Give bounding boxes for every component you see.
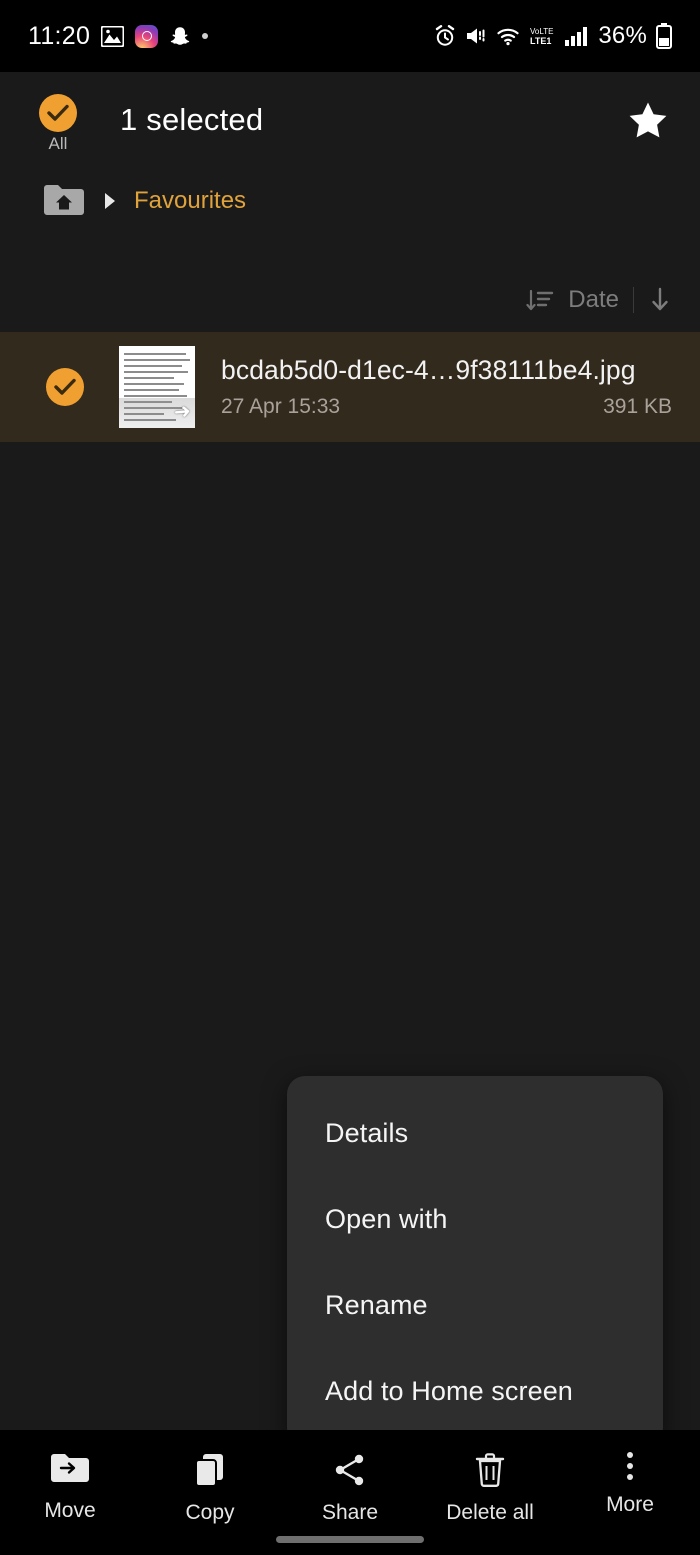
file-size: 391 KB [603, 395, 672, 418]
volte-icon: VoLTE LTE1 [529, 26, 556, 47]
menu-item-open-with[interactable]: Open with [287, 1176, 663, 1262]
copy-icon [193, 1452, 227, 1488]
menu-item-add-to-home-screen[interactable]: Add to Home screen [287, 1348, 663, 1434]
move-button[interactable]: Move [0, 1452, 140, 1523]
status-time: 11:20 [28, 21, 91, 50]
photo-icon [101, 25, 125, 47]
status-bar: 11:20 VoLTE LTE1 36% [0, 0, 700, 72]
sort-divider [633, 287, 634, 313]
more-vertical-icon [627, 1452, 633, 1480]
document-scan-thumbnail: ➜ [119, 346, 195, 428]
signal-icon [565, 26, 589, 46]
alarm-icon [434, 25, 456, 47]
select-all-label: All [48, 133, 68, 153]
status-bar-right: VoLTE LTE1 36% [434, 22, 672, 50]
wifi-icon [496, 26, 520, 46]
star-icon [629, 102, 667, 137]
share-button[interactable]: Share [280, 1452, 420, 1525]
battery-icon [656, 23, 672, 49]
sort-icon[interactable] [526, 288, 554, 312]
svg-text:VoLTE: VoLTE [530, 27, 553, 36]
arrow-down-icon[interactable] [648, 286, 672, 314]
sort-bar: Date [0, 272, 700, 328]
move-folder-icon [50, 1452, 90, 1486]
select-all-checkbox[interactable] [39, 93, 77, 132]
file-manager-screen: 11:20 VoLTE LTE1 36% All 1 selected Favo… [0, 0, 700, 1555]
check-icon [54, 378, 76, 395]
context-menu: Details Open with Rename Add to Home scr… [287, 1076, 663, 1446]
mute-icon [465, 26, 487, 46]
copy-button[interactable]: Copy [140, 1452, 280, 1525]
bottom-toolbar: Move Copy Share Delete all More [0, 1430, 700, 1555]
home-folder-icon[interactable] [42, 182, 86, 220]
chevron-right-icon [102, 192, 118, 210]
file-name: bcdab5d0-d1ec-4…9f38111be4.jpg [221, 355, 636, 385]
file-list: ➜ bcdab5d0-d1ec-4…9f38111be4.jpg 27 Apr … [0, 332, 700, 442]
select-all-button[interactable]: All [28, 93, 88, 153]
snapchat-icon [169, 26, 191, 47]
svg-text:LTE1: LTE1 [530, 36, 551, 46]
table-row[interactable]: ➜ bcdab5d0-d1ec-4…9f38111be4.jpg 27 Apr … [0, 332, 700, 442]
row-checkbox[interactable] [46, 368, 84, 406]
page-title: 1 selected [120, 101, 264, 137]
delete-all-label: Delete all [446, 1501, 534, 1524]
status-bar-left: 11:20 [28, 21, 209, 51]
copy-label: Copy [185, 1501, 235, 1524]
share-icon [332, 1452, 368, 1488]
more-button[interactable]: More [560, 1452, 700, 1517]
file-meta: 27 Apr 15:33 391 KB [221, 395, 672, 419]
file-date: 27 Apr 15:33 [221, 395, 341, 418]
delete-all-button[interactable]: Delete all [420, 1452, 560, 1525]
instagram-icon [135, 24, 159, 48]
breadcrumb-current[interactable]: Favourites [134, 187, 246, 215]
favourite-button[interactable] [624, 96, 672, 144]
share-label: Share [321, 1501, 379, 1524]
selection-header: All 1 selected [0, 72, 700, 167]
file-info: bcdab5d0-d1ec-4…9f38111be4.jpg 27 Apr 15… [221, 355, 672, 419]
sort-label[interactable]: Date [568, 286, 619, 314]
move-label: Move [44, 1499, 96, 1522]
trash-icon [474, 1452, 506, 1488]
menu-item-details[interactable]: Details [287, 1090, 663, 1176]
breadcrumb: Favourites [0, 170, 700, 232]
dot-icon [202, 33, 209, 39]
more-label: More [606, 1493, 654, 1516]
menu-item-rename[interactable]: Rename [287, 1262, 663, 1348]
home-indicator[interactable] [276, 1536, 424, 1543]
check-icon [47, 104, 69, 121]
battery-percent: 36% [598, 22, 647, 49]
